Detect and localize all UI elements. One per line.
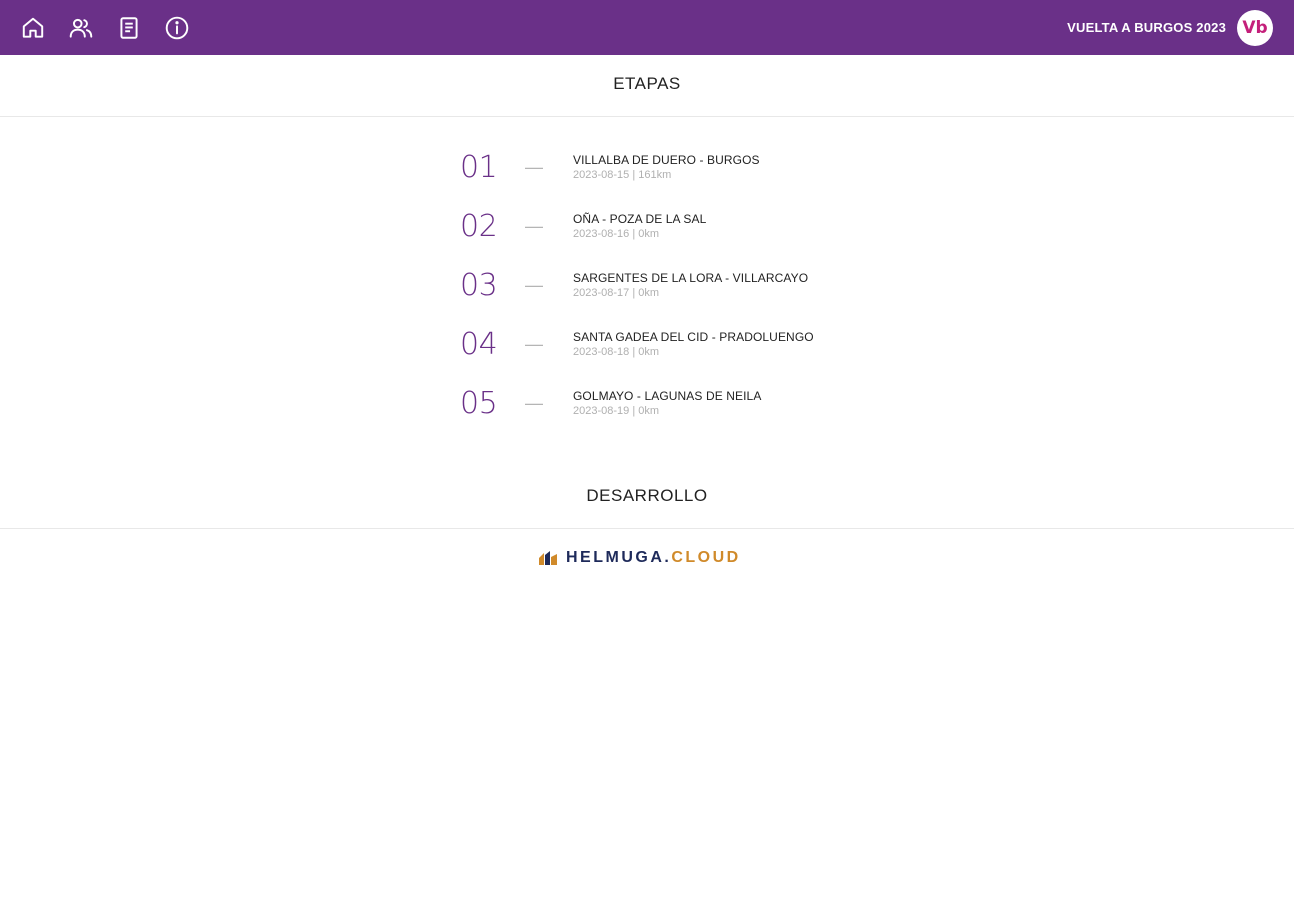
stage-dash: — (525, 334, 543, 354)
stage-meta: 2023-08-19 | 0km (573, 405, 660, 417)
home-icon[interactable] (20, 15, 46, 41)
stage-meta: 2023-08-18 | 0km (573, 346, 660, 358)
etapas-title: ETAPAS (613, 74, 681, 93)
helmuga-mark-icon (539, 551, 557, 565)
stage-number: 04 (460, 327, 498, 362)
stage-item-02[interactable]: 02 — OÑA - POZA DE LA SAL 2023-08-16 | 0… (460, 197, 880, 256)
stage-meta: 2023-08-16 | 0km (573, 228, 660, 240)
users-icon[interactable] (68, 15, 94, 41)
stage-info: VILLALBA DE DUERO - BURGOS 2023-08-15 | … (573, 153, 760, 182)
stage-number: 05 (460, 386, 498, 421)
stage-item-01[interactable]: 01 — VILLALBA DE DUERO - BURGOS 2023-08-… (460, 138, 880, 197)
stage-name: OÑA - POZA DE LA SAL (573, 212, 707, 226)
stage-list: 01 — VILLALBA DE DUERO - BURGOS 2023-08-… (460, 138, 880, 433)
top-navigation-bar: VUELTA A BURGOS 2023 Vb (0, 0, 1294, 55)
stage-number: 01 (460, 150, 498, 185)
stage-name: VILLALBA DE DUERO - BURGOS (573, 153, 760, 167)
stage-dash: — (525, 157, 543, 177)
stage-dash: — (525, 275, 543, 295)
helmuga-suffix: CLOUD (671, 549, 741, 566)
stage-name: SANTA GADEA DEL CID - PRADOLUENGO (573, 330, 814, 344)
helmuga-wordmark: HELMUGA.CLOUD (566, 549, 741, 567)
stage-item-03[interactable]: 03 — SARGENTES DE LA LORA - VILLARCAYO 2… (460, 256, 880, 315)
stage-meta: 2023-08-17 | 0km (573, 287, 660, 299)
stage-name: SARGENTES DE LA LORA - VILLARCAYO (573, 271, 809, 285)
stage-info: SARGENTES DE LA LORA - VILLARCAYO 2023-0… (573, 271, 808, 300)
stage-item-05[interactable]: 05 — GOLMAYO - LAGUNAS DE NEILA 2023-08-… (460, 374, 880, 433)
brand[interactable]: VUELTA A BURGOS 2023 Vb (1067, 9, 1273, 46)
stage-meta: 2023-08-15 | 161km (573, 169, 672, 181)
desarrollo-section-title: DESARROLLO (0, 486, 1294, 529)
stage-info: OÑA - POZA DE LA SAL 2023-08-16 | 0km (573, 212, 706, 241)
stage-item-04[interactable]: 04 — SANTA GADEA DEL CID - PRADOLUENGO 2… (460, 315, 880, 374)
nav-icon-group (20, 15, 190, 41)
stage-dash: — (525, 393, 543, 413)
helmuga-main: HELMUGA. (566, 549, 672, 566)
stage-name: GOLMAYO - LAGUNAS DE NEILA (573, 389, 762, 403)
app-title: VUELTA A BURGOS 2023 (1067, 20, 1226, 35)
desarrollo-title: DESARROLLO (586, 486, 708, 505)
etapas-section-title: ETAPAS (0, 74, 1294, 117)
document-icon[interactable] (116, 15, 142, 41)
info-icon[interactable] (164, 15, 190, 41)
stage-info: GOLMAYO - LAGUNAS DE NEILA 2023-08-19 | … (573, 389, 761, 418)
helmuga-cloud-logo[interactable]: HELMUGA.CLOUD (536, 549, 741, 567)
stage-number: 02 (460, 209, 498, 244)
stage-info: SANTA GADEA DEL CID - PRADOLUENGO 2023-0… (573, 330, 814, 359)
brand-logo[interactable]: Vb (1237, 9, 1273, 46)
stage-dash: — (525, 216, 543, 236)
stage-number: 03 (460, 268, 498, 303)
